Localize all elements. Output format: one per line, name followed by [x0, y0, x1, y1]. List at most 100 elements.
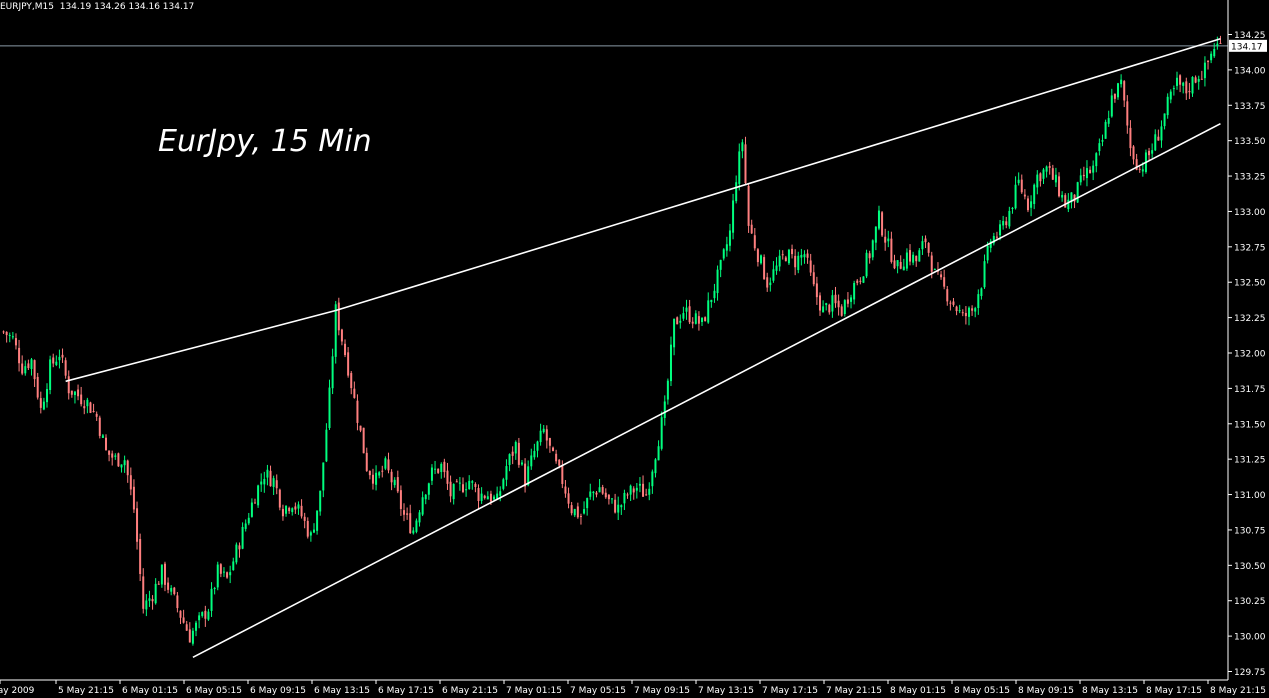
x-tick-label: 7 May 13:15: [698, 686, 754, 696]
candle: [927, 242, 930, 257]
candle: [877, 205, 880, 231]
candle: [728, 223, 731, 252]
candle: [502, 477, 505, 491]
candle: [1051, 164, 1054, 180]
y-tick-label: 133.50: [1234, 137, 1266, 147]
y-tick-label: 132.25: [1234, 314, 1266, 324]
candle: [235, 542, 238, 565]
candle: [552, 446, 555, 452]
candle: [809, 253, 812, 277]
x-tick-label: 8 May 05:15: [954, 686, 1010, 696]
candle: [533, 443, 536, 460]
candle: [114, 453, 117, 460]
candle: [1036, 170, 1039, 195]
candle: [1030, 195, 1033, 217]
candle: [846, 292, 849, 308]
candle: [1089, 166, 1092, 174]
candle: [595, 491, 598, 498]
y-tick-label: 133.25: [1234, 173, 1266, 183]
candle: [148, 590, 151, 607]
trendline[interactable]: [65, 309, 336, 383]
candle: [325, 423, 328, 463]
candle: [285, 505, 288, 517]
candle: [784, 255, 787, 262]
candle: [1026, 195, 1029, 213]
candle: [123, 455, 126, 473]
candle: [508, 453, 511, 472]
candle: [260, 473, 263, 492]
candle: [213, 586, 216, 595]
candle: [542, 424, 545, 434]
candle: [874, 226, 877, 251]
candle: [1185, 77, 1188, 100]
candle: [427, 482, 430, 500]
candle: [1138, 166, 1141, 173]
candle: [642, 475, 645, 497]
candle: [480, 487, 483, 504]
candle: [977, 289, 980, 315]
candle: [778, 249, 781, 272]
candle: [1216, 36, 1219, 50]
candle: [1017, 172, 1020, 186]
candle: [701, 317, 704, 326]
candle: [1073, 194, 1076, 209]
candle: [176, 592, 179, 613]
candle: [27, 359, 30, 371]
candle: [49, 355, 52, 395]
candle: [396, 470, 399, 494]
candle: [92, 403, 95, 413]
candle: [8, 332, 11, 343]
candle: [483, 494, 486, 500]
candle: [1148, 147, 1151, 161]
candle: [328, 379, 331, 430]
candle: [651, 469, 654, 494]
candle: [511, 446, 514, 465]
candle: [980, 287, 983, 300]
candle: [179, 610, 182, 625]
candle: [468, 475, 471, 490]
candle: [1005, 216, 1008, 229]
candle: [567, 487, 570, 509]
candle: [837, 294, 840, 316]
candle: [797, 251, 800, 274]
candle: [477, 484, 480, 509]
candle: [974, 306, 977, 318]
candle: [499, 486, 502, 502]
y-tick-label: 130.50: [1234, 562, 1266, 572]
candle: [399, 485, 402, 516]
candle: [856, 278, 859, 286]
chart-annotation: EurJpy, 15 Min: [158, 124, 372, 159]
candle: [902, 258, 905, 271]
x-tick-label: 7 May 05:15: [570, 686, 626, 696]
candle: [586, 497, 589, 516]
candle: [1079, 168, 1082, 186]
candle: [1082, 166, 1085, 181]
candle: [769, 277, 772, 292]
x-tick-label: 7 May 17:15: [762, 686, 818, 696]
candle: [257, 484, 260, 508]
candle: [747, 184, 750, 233]
y-tick-label: 131.25: [1234, 456, 1266, 466]
candle: [660, 411, 663, 451]
candle: [800, 248, 803, 266]
trendline[interactable]: [192, 122, 1221, 659]
candle: [536, 440, 539, 458]
candle: [132, 479, 135, 513]
candle: [294, 502, 297, 514]
candle: [955, 305, 958, 316]
y-tick-label: 130.75: [1234, 526, 1266, 536]
candle: [353, 381, 356, 399]
candle: [21, 355, 24, 376]
candle: [232, 557, 235, 571]
candle: [300, 499, 303, 519]
candle: [921, 235, 924, 255]
candle: [617, 496, 620, 521]
x-tick-label: 8 May 01:15: [890, 686, 946, 696]
y-tick-label: 130.00: [1234, 633, 1266, 643]
candle: [406, 507, 409, 520]
candle: [117, 452, 120, 467]
candle: [654, 458, 657, 478]
candle: [629, 484, 632, 502]
candle: [607, 494, 610, 505]
candle: [381, 465, 384, 478]
